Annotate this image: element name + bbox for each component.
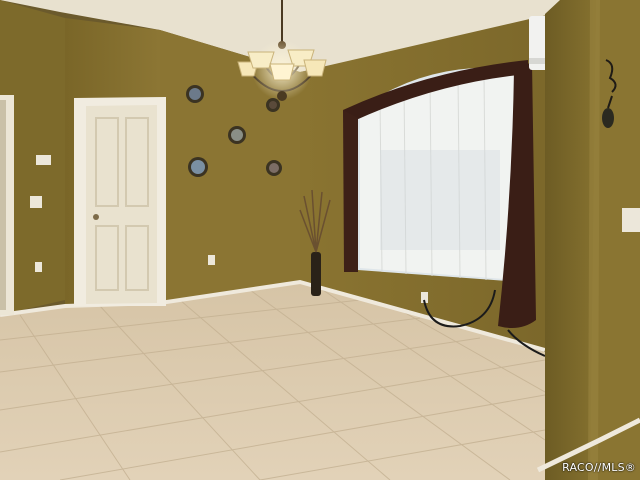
door-knob <box>93 214 99 220</box>
room-scene <box>0 0 640 480</box>
wall-trim <box>622 208 640 232</box>
room-photo: RACO//MLS® <box>0 0 640 480</box>
watermark: RACO//MLS® <box>562 461 636 474</box>
thermostat <box>36 155 51 165</box>
light-switch <box>30 196 42 208</box>
closet-door <box>74 97 166 306</box>
wall-outlet <box>35 262 42 272</box>
wall-outlet <box>208 255 215 265</box>
